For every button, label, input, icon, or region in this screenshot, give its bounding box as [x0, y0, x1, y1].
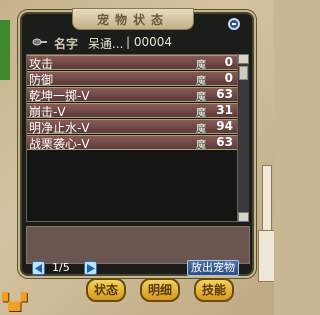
mana-cost: 0: [224, 71, 233, 85]
list-scrollbar[interactable]: [238, 54, 249, 222]
fence-post: [262, 165, 272, 232]
mana-label: 魔: [196, 140, 206, 151]
mana-label: 魔: [196, 60, 206, 71]
skill-name: 乾坤一掷-V: [29, 89, 90, 103]
window-title: 宠物状态: [96, 13, 169, 27]
next-page-button[interactable]: [84, 261, 97, 275]
pet-id: | 00004: [126, 35, 173, 49]
pet-header: 名字 呆通... | 00004: [28, 35, 238, 51]
fence-post-base: [258, 230, 274, 282]
name-label: 名字: [54, 37, 79, 51]
skill-name: 战栗袭心-V: [29, 137, 90, 151]
skill-row[interactable]: 乾坤一掷-V 魔 63: [27, 87, 237, 103]
mana-label: 魔: [196, 108, 206, 119]
skill-row[interactable]: 防御 魔 0: [27, 71, 237, 87]
mana-label: 魔: [196, 124, 206, 135]
pet-pager: 1/5: [32, 261, 112, 277]
arrow-right-icon: [87, 264, 95, 273]
scroll-thumb[interactable]: [239, 66, 248, 80]
foliage-left: [0, 20, 10, 80]
skill-row[interactable]: 攻击 魔 0: [27, 55, 237, 71]
mana-cost: 94: [216, 119, 233, 133]
scroll-down-icon[interactable]: [238, 212, 249, 222]
pet-status-window: 宠物状态 名字 呆通... | 00004 攻击 魔 0 防御 魔 0 乾坤一掷…: [18, 8, 256, 306]
skill-name: 攻击: [29, 57, 54, 71]
close-icon[interactable]: [228, 18, 240, 30]
prev-page-button[interactable]: [32, 261, 45, 275]
skill-description-box: [26, 226, 250, 264]
mana-cost: 63: [216, 87, 233, 101]
tab-status[interactable]: 状态: [86, 278, 126, 302]
mana-cost: 0: [224, 55, 233, 69]
release-pet-button[interactable]: 放出宠物: [187, 260, 239, 276]
page-indicator: 1/5: [52, 261, 70, 274]
skill-row[interactable]: 明净止水-V 魔 94: [27, 119, 237, 135]
skill-name: 防御: [29, 73, 54, 87]
skill-row[interactable]: 崩击-V 魔 31: [27, 103, 237, 119]
arrow-left-icon: [35, 264, 42, 273]
scroll-up-icon[interactable]: [238, 54, 249, 64]
mana-label: 魔: [196, 92, 206, 103]
tab-detail[interactable]: 明细: [140, 278, 180, 302]
skill-list: 攻击 魔 0 防御 魔 0 乾坤一掷-V 魔 63 崩击-V 魔 31 明净止水…: [26, 54, 238, 222]
skill-name: 明净止水-V: [29, 121, 90, 135]
skill-name: 崩击-V: [29, 105, 66, 119]
mana-label: 魔: [196, 76, 206, 87]
skill-row[interactable]: 战栗袭心-V 魔 63: [27, 135, 237, 151]
tab-skill[interactable]: 技能: [194, 278, 234, 302]
pet-name: 呆通...: [88, 37, 124, 51]
mana-cost: 63: [216, 135, 233, 149]
mana-cost: 31: [216, 103, 233, 117]
pet-ladle-icon: [32, 38, 47, 46]
window-titlebar[interactable]: 宠物状态: [72, 8, 194, 30]
